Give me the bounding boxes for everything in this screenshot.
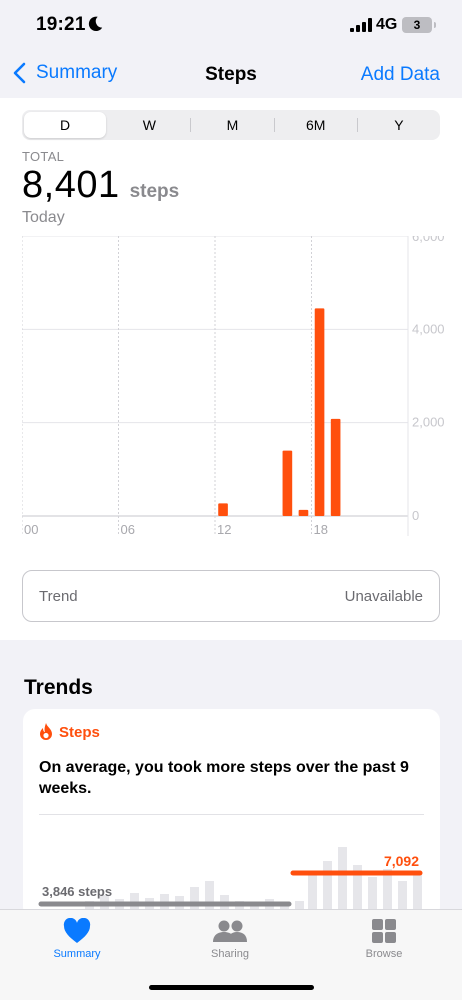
total-steps-unit: steps — [129, 181, 180, 202]
total-row: 8,401 steps — [22, 164, 179, 207]
tab-sharing[interactable]: Sharing — [175, 918, 285, 960]
total-steps-value: 8,401 — [22, 164, 120, 206]
signal-icon — [350, 18, 372, 32]
tab-sharing-label: Sharing — [211, 948, 249, 960]
bar — [314, 308, 325, 516]
steps-detail-panel: D W M 6M Y TOTAL 8,401 steps Today 0 2,00… — [0, 98, 462, 640]
x-tick-label: 12 — [217, 522, 231, 537]
moon-icon — [88, 16, 103, 32]
steps-trend-card[interactable]: Steps On average, you took more steps ov… — [23, 709, 440, 919]
segment-year[interactable]: Y — [358, 110, 440, 140]
trend-card-header: Steps — [39, 723, 100, 741]
segment-week[interactable]: W — [108, 110, 190, 140]
trend-row[interactable]: Trend Unavailable — [22, 570, 440, 622]
trends-section-title: Trends — [24, 676, 93, 699]
flame-icon — [40, 723, 52, 740]
bar — [218, 503, 228, 516]
y-tick-label: 6,000 — [412, 236, 445, 244]
add-data-button[interactable]: Add Data — [361, 64, 440, 86]
network-type: 4G — [376, 16, 398, 33]
grid-icon — [372, 919, 396, 943]
x-tick-label: 00 — [24, 522, 38, 537]
trend-label: Trend — [39, 588, 78, 605]
tab-browse[interactable]: Browse — [329, 918, 439, 960]
navigation-bar: Summary Steps Add Data — [0, 52, 462, 98]
segment-six-months[interactable]: 6M — [275, 110, 357, 140]
tab-summary-label: Summary — [53, 948, 101, 960]
y-tick-label: 4,000 — [412, 321, 445, 336]
status-bar: 19:21 4G 3 — [0, 0, 462, 52]
segment-day[interactable]: D — [24, 112, 107, 138]
x-tick-label: 06 — [121, 522, 135, 537]
y-tick-label: 2,000 — [412, 415, 445, 430]
period-label: Today — [22, 209, 65, 226]
segment-month[interactable]: M — [191, 110, 273, 140]
tab-browse-label: Browse — [365, 948, 403, 960]
bar — [330, 418, 341, 516]
heart-icon — [63, 918, 91, 943]
trend-card-message: On average, you took more steps over the… — [39, 759, 409, 797]
bar — [298, 509, 309, 516]
status-time: 19:21 — [36, 14, 86, 35]
period-segmented-control: D W M 6M Y — [22, 110, 440, 140]
trend-value: Unavailable — [344, 588, 423, 605]
tab-summary[interactable]: Summary — [22, 918, 132, 960]
trend-mini-chart: 3,846 steps 7,092 — [38, 847, 423, 919]
trend-card-category: Steps — [59, 723, 100, 741]
steps-bar-chart[interactable]: 0 2,000 4,000 6,000 00 06 12 18 — [22, 236, 462, 541]
old-average-label: 3,846 steps — [42, 884, 112, 899]
people-icon — [213, 920, 247, 942]
bar — [282, 450, 293, 516]
battery-icon: 3 — [402, 17, 436, 33]
y-tick-label: 0 — [412, 508, 419, 523]
new-average-label: 7,092 — [384, 853, 419, 869]
total-label: TOTAL — [22, 149, 65, 164]
home-indicator — [149, 985, 314, 990]
x-tick-label: 18 — [314, 522, 328, 537]
